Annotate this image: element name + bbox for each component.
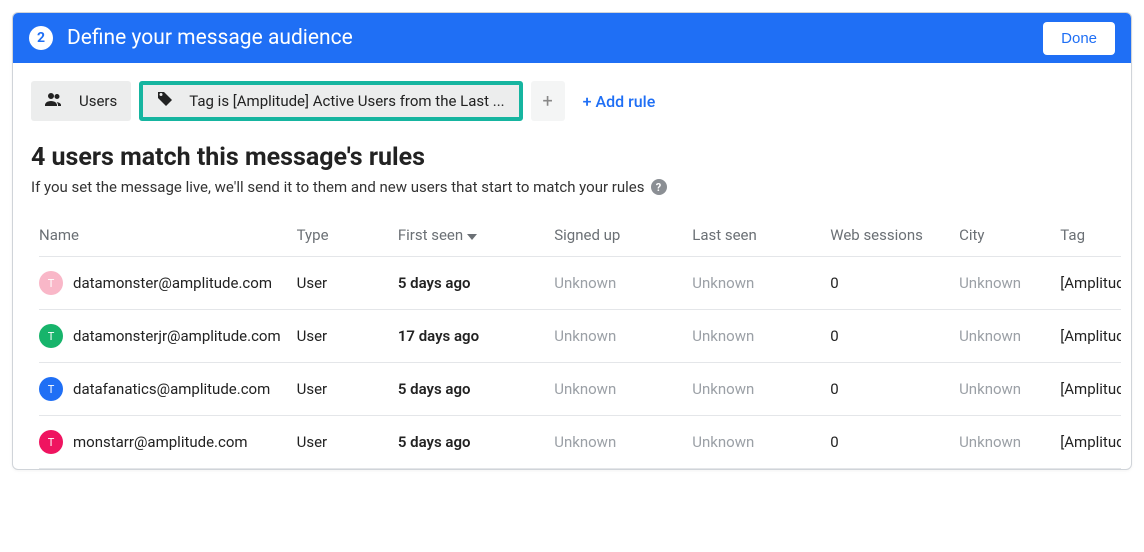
col-header-signed-up[interactable]: Signed up xyxy=(554,226,692,244)
table-header: Name Type First seen Signed up Last seen… xyxy=(39,218,1121,257)
cell-type: User xyxy=(297,433,398,451)
tag-chip-label: Tag is [Amplitude] Active Users from the… xyxy=(189,92,504,110)
panel-body: Users Tag is [Amplitude] Active Users fr… xyxy=(13,63,1131,469)
panel-header: 2 Define your message audience Done xyxy=(13,13,1131,63)
users-table: Name Type First seen Signed up Last seen… xyxy=(39,218,1121,469)
col-header-tag[interactable]: Tag xyxy=(1060,226,1121,244)
col-header-type[interactable]: Type xyxy=(297,226,398,244)
step-badge: 2 xyxy=(29,26,53,50)
cell-last-seen: Unknown xyxy=(692,433,830,451)
audience-panel: 2 Define your message audience Done User… xyxy=(12,12,1132,470)
cell-last-seen: Unknown xyxy=(692,380,830,398)
done-button[interactable]: Done xyxy=(1043,22,1115,55)
help-icon[interactable]: ? xyxy=(651,179,667,195)
cell-type: User xyxy=(297,327,398,345)
cell-signed-up: Unknown xyxy=(554,380,692,398)
avatar: T xyxy=(39,271,63,295)
cell-tag: [Amplitude xyxy=(1060,274,1121,292)
cell-city: Unknown xyxy=(959,380,1060,398)
avatar: T xyxy=(39,430,63,454)
cell-signed-up: Unknown xyxy=(554,327,692,345)
add-rule-label: + Add rule xyxy=(583,92,656,111)
col-header-first-seen[interactable]: First seen xyxy=(398,226,554,244)
cell-last-seen: Unknown xyxy=(692,327,830,345)
cell-type: User xyxy=(297,380,398,398)
users-icon xyxy=(45,92,71,110)
col-header-web-sessions[interactable]: Web sessions xyxy=(830,226,959,244)
match-subheading-text: If you set the message live, we'll send … xyxy=(31,178,645,196)
users-chip-label: Users xyxy=(79,92,117,110)
cell-type: User xyxy=(297,274,398,292)
cell-tag: [Amplitude xyxy=(1060,433,1121,451)
cell-web-sessions: 0 xyxy=(830,433,959,451)
cell-web-sessions: 0 xyxy=(830,380,959,398)
col-header-first-seen-label: First seen xyxy=(398,226,463,244)
cell-signed-up: Unknown xyxy=(554,274,692,292)
user-email: datafanatics@amplitude.com xyxy=(73,380,270,398)
match-subheading: If you set the message live, we'll send … xyxy=(31,178,1113,196)
add-rule-link[interactable]: + Add rule xyxy=(583,92,656,111)
table-body: Tdatamonster@amplitude.comUser5 days ago… xyxy=(39,257,1121,469)
panel-title: Define your message audience xyxy=(67,26,1043,50)
cell-city: Unknown xyxy=(959,327,1060,345)
cell-first-seen: 5 days ago xyxy=(398,380,554,398)
cell-city: Unknown xyxy=(959,433,1060,451)
table-row[interactable]: Tmonstarr@amplitude.comUser5 days agoUnk… xyxy=(39,416,1121,469)
cell-city: Unknown xyxy=(959,274,1060,292)
col-header-name[interactable]: Name xyxy=(39,226,297,244)
col-header-last-seen[interactable]: Last seen xyxy=(692,226,830,244)
users-chip[interactable]: Users xyxy=(31,81,131,121)
avatar: T xyxy=(39,377,63,401)
cell-signed-up: Unknown xyxy=(554,433,692,451)
cell-tag: [Amplitude xyxy=(1060,380,1121,398)
match-heading: 4 users match this message's rules xyxy=(31,143,1113,172)
user-email: monstarr@amplitude.com xyxy=(73,433,248,451)
cell-first-seen: 5 days ago xyxy=(398,433,554,451)
tag-chip[interactable]: Tag is [Amplitude] Active Users from the… xyxy=(139,81,522,121)
cell-last-seen: Unknown xyxy=(692,274,830,292)
add-chip-button[interactable]: + xyxy=(531,81,565,121)
table-row[interactable]: Tdatamonster@amplitude.com User5 days ago… xyxy=(39,257,1121,310)
filter-row: Users Tag is [Amplitude] Active Users fr… xyxy=(31,81,1113,121)
cell-tag: [Amplitude xyxy=(1060,327,1121,345)
col-header-city[interactable]: City xyxy=(959,226,1060,244)
chevron-down-icon xyxy=(467,226,477,244)
cell-web-sessions: 0 xyxy=(830,327,959,345)
avatar: T xyxy=(39,324,63,348)
cell-first-seen: 17 days ago xyxy=(398,327,554,345)
cell-web-sessions: 0 xyxy=(830,274,959,292)
table-row[interactable]: Tdatamonsterjr@amplitude.com User17 days … xyxy=(39,310,1121,363)
tag-icon xyxy=(157,91,181,111)
plus-icon: + xyxy=(543,91,553,112)
cell-first-seen: 5 days ago xyxy=(398,274,554,292)
table-row[interactable]: Tdatafanatics@amplitude.com User5 days ag… xyxy=(39,363,1121,416)
user-email: datamonster@amplitude.com xyxy=(73,274,272,292)
user-email: datamonsterjr@amplitude.com xyxy=(73,327,281,345)
